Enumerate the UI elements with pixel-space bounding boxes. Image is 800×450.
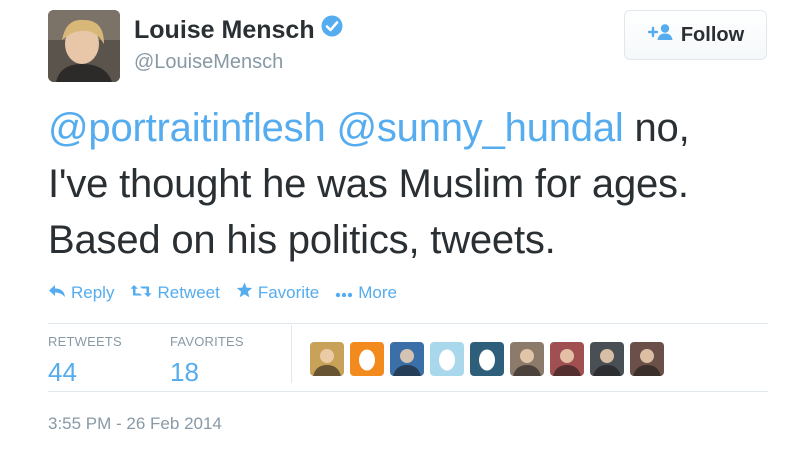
face-shape <box>640 349 654 363</box>
mention-link[interactable]: @portraitinflesh <box>48 106 326 150</box>
tweet-line-1: @portraitinflesh @sunny_hundal no, <box>48 100 778 156</box>
author-avatar[interactable] <box>48 10 120 82</box>
favoriter-avatar[interactable] <box>310 342 344 376</box>
favoriter-avatar[interactable] <box>470 342 504 376</box>
reply-label: Reply <box>71 282 115 302</box>
default-egg-icon <box>359 349 375 371</box>
divider <box>48 323 768 324</box>
tweet-line-2: I've thought he was Muslim for ages. <box>48 162 689 206</box>
tweet-text: @portraitinflesh @sunny_hundal no, I've … <box>48 100 778 268</box>
favorite-label: Favorite <box>257 282 320 302</box>
shoulders-shape <box>553 365 581 376</box>
favoriter-avatar[interactable] <box>430 342 464 376</box>
favoriter-avatar[interactable] <box>550 342 584 376</box>
author-name-text[interactable]: Louise Mensch <box>134 16 315 44</box>
face-shape <box>400 349 414 363</box>
mention-link[interactable]: @sunny_hundal <box>336 106 623 150</box>
retweets-label: RETWEETS <box>48 334 122 349</box>
tweet-actions: Reply Retweet Favorite More <box>48 282 397 303</box>
face-shape <box>560 349 574 363</box>
reply-icon <box>48 283 66 303</box>
stats-divider <box>291 325 292 383</box>
more-dots-icon <box>335 283 353 303</box>
favoriter-avatar[interactable] <box>350 342 384 376</box>
tweet-line-3: Based on his politics, tweets. <box>48 218 556 262</box>
retweet-button[interactable]: Retweet <box>130 282 220 303</box>
author-name[interactable]: Louise Mensch <box>134 15 343 45</box>
shoulders-shape <box>513 365 541 376</box>
follow-button[interactable]: Follow <box>624 10 767 60</box>
verified-badge-icon <box>321 15 343 44</box>
star-icon <box>236 282 253 303</box>
more-label: More <box>358 282 397 302</box>
reply-button[interactable]: Reply <box>48 282 114 303</box>
favorites-label: FAVORITES <box>170 334 244 349</box>
shoulders-shape <box>393 365 421 376</box>
favorited-by-avatars <box>310 342 664 376</box>
shoulders-shape <box>633 365 661 376</box>
follow-button-label: Follow <box>680 23 745 46</box>
favoriter-avatar[interactable] <box>630 342 664 376</box>
more-button[interactable]: More <box>335 282 397 303</box>
face-shape <box>600 349 614 363</box>
favorite-button[interactable]: Favorite <box>236 282 319 303</box>
default-egg-icon <box>439 349 455 371</box>
tweet-timestamp[interactable]: 3:55 PM - 26 Feb 2014 <box>48 414 222 434</box>
follow-user-icon <box>647 23 673 47</box>
tweet-text-segment: no, <box>623 106 690 150</box>
default-egg-icon <box>479 349 495 371</box>
retweet-label: Retweet <box>157 282 220 302</box>
favorites-count[interactable]: 18 <box>170 357 199 388</box>
retweet-icon <box>130 283 152 303</box>
shoulders-shape <box>593 365 621 376</box>
favoriter-avatar[interactable] <box>510 342 544 376</box>
face-shape <box>320 349 334 363</box>
face-shape <box>520 349 534 363</box>
favoriter-avatar[interactable] <box>390 342 424 376</box>
favoriter-avatar[interactable] <box>590 342 624 376</box>
author-handle[interactable]: @LouiseMensch <box>134 51 283 74</box>
retweets-count[interactable]: 44 <box>48 357 77 388</box>
divider <box>48 391 768 392</box>
shoulders-shape <box>313 365 341 376</box>
